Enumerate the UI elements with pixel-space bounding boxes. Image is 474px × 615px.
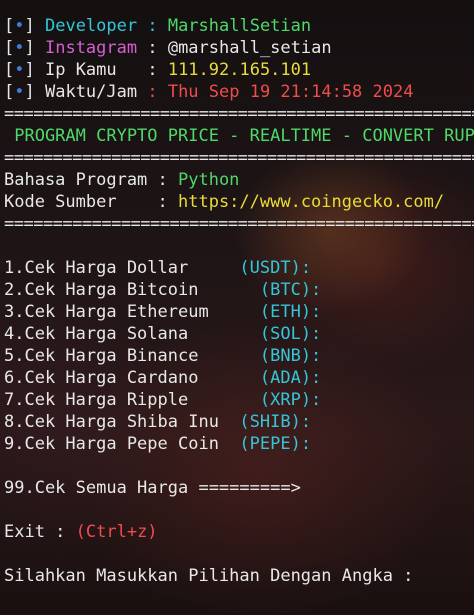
separator-line: ========================================…	[4, 148, 474, 168]
bracket-right: ]	[24, 38, 35, 58]
ip-label: Ip Kamu	[34, 60, 148, 80]
menu-item-label: 6.Cek Harga Cardano	[4, 368, 260, 388]
menu-item-all: 99.Cek Semua Harga =========>	[4, 478, 301, 498]
source-label: Kode Sumber :	[4, 192, 178, 212]
menu-item-label: 3.Cek Harga Ethereum	[4, 302, 260, 322]
menu-item-label: 4.Cek Harga Solana	[4, 324, 260, 344]
language-label: Bahasa Program :	[4, 170, 178, 190]
menu-item-ticker: (USDT):	[239, 258, 312, 278]
developer-row: [•] Developer : MarshallSetian	[4, 15, 474, 37]
ip-colon: :	[147, 60, 168, 80]
bullet-icon: •	[14, 60, 25, 80]
menu-item-sol: 4.Cek Harga Solana (SOL):	[4, 323, 474, 345]
menu-item-ticker: (ETH):	[259, 302, 322, 322]
instagram-row: [•] Instagram : @marshall_setian	[4, 37, 474, 59]
input-prompt[interactable]: Silahkan Masukkan Pilihan Dengan Angka :	[4, 565, 474, 587]
ip-value: 111.92.165.101	[167, 60, 312, 80]
menu-item-label: 2.Cek Harga Bitcoin	[4, 280, 260, 300]
menu-item-ticker: (ADA):	[259, 368, 322, 388]
exit-row: Exit : (Ctrl+z)	[4, 521, 474, 543]
menu-item-bnb: 5.Cek Harga Binance (BNB):	[4, 345, 474, 367]
menu-item-eth: 3.Cek Harga Ethereum (ETH):	[4, 301, 474, 323]
bracket-left: [	[4, 38, 15, 58]
developer-value: MarshallSetian	[167, 16, 312, 36]
bullet-icon: •	[14, 16, 25, 36]
menu-item-ada: 6.Cek Harga Cardano (ADA):	[4, 367, 474, 389]
menu-item-ticker: (BNB):	[259, 346, 322, 366]
menu-item-xrp: 7.Cek Harga Ripple (XRP):	[4, 389, 474, 411]
bracket-right: ]	[24, 16, 35, 36]
time-colon: :	[147, 82, 168, 102]
bullet-icon: •	[14, 82, 25, 102]
menu-item-label: 1.Cek Harga Dollar	[4, 258, 240, 278]
bracket-left: [	[4, 60, 15, 80]
time-row: [•] Waktu/Jam : Thu Sep 19 21:14:58 2024	[4, 81, 474, 103]
instagram-label: Instagram	[34, 38, 148, 58]
menu-item-ticker: (XRP):	[259, 390, 322, 410]
time-value: Thu Sep 19 21:14:58 2024	[167, 82, 414, 102]
menu-item-pepe: 9.Cek Harga Pepe Coin (PEPE):	[4, 433, 474, 455]
instagram-value: @marshall_setian	[167, 38, 332, 58]
developer-label: Developer	[34, 16, 148, 36]
menu-item-ticker: (PEPE):	[239, 434, 312, 454]
menu-item-shib: 8.Cek Harga Shiba Inu (SHIB):	[4, 411, 474, 433]
program-banner: PROGRAM CRYPTO PRICE - REALTIME - CONVER…	[4, 126, 474, 146]
bracket-left: [	[4, 16, 15, 36]
language-row: Bahasa Program : Python	[4, 169, 474, 191]
time-label: Waktu/Jam	[34, 82, 148, 102]
bracket-right: ]	[24, 60, 35, 80]
menu-item-label: 7.Cek Harga Ripple	[4, 390, 260, 410]
menu-item-ticker: (SOL):	[259, 324, 322, 344]
menu-item-usdt: 1.Cek Harga Dollar (USDT):	[4, 257, 474, 279]
exit-shortcut: (Ctrl+z)	[75, 522, 158, 542]
instagram-colon: :	[147, 38, 168, 58]
ip-row: [•] Ip Kamu : 111.92.165.101	[4, 59, 474, 81]
menu-item-label: 9.Cek Harga Pepe Coin	[4, 434, 240, 454]
source-row: Kode Sumber : https://www.coingecko.com/	[4, 191, 474, 213]
terminal-output: [•] Developer : MarshallSetian [•] Insta…	[4, 15, 474, 587]
source-link: https://www.coingecko.com/	[178, 192, 445, 212]
menu-item-label: 8.Cek Harga Shiba Inu	[4, 412, 240, 432]
separator-line: ========================================…	[4, 104, 474, 124]
bullet-icon: •	[14, 38, 25, 58]
separator-line: ========================================…	[4, 214, 474, 234]
menu-item-ticker: (BTC):	[259, 280, 322, 300]
menu-item-label: 5.Cek Harga Binance	[4, 346, 260, 366]
exit-label: Exit :	[4, 522, 76, 542]
bracket-right: ]	[24, 82, 35, 102]
menu-item-ticker: (SHIB):	[239, 412, 312, 432]
language-value: Python	[178, 170, 240, 190]
menu-item-btc: 2.Cek Harga Bitcoin (BTC):	[4, 279, 474, 301]
developer-colon: :	[147, 16, 168, 36]
bracket-left: [	[4, 82, 15, 102]
